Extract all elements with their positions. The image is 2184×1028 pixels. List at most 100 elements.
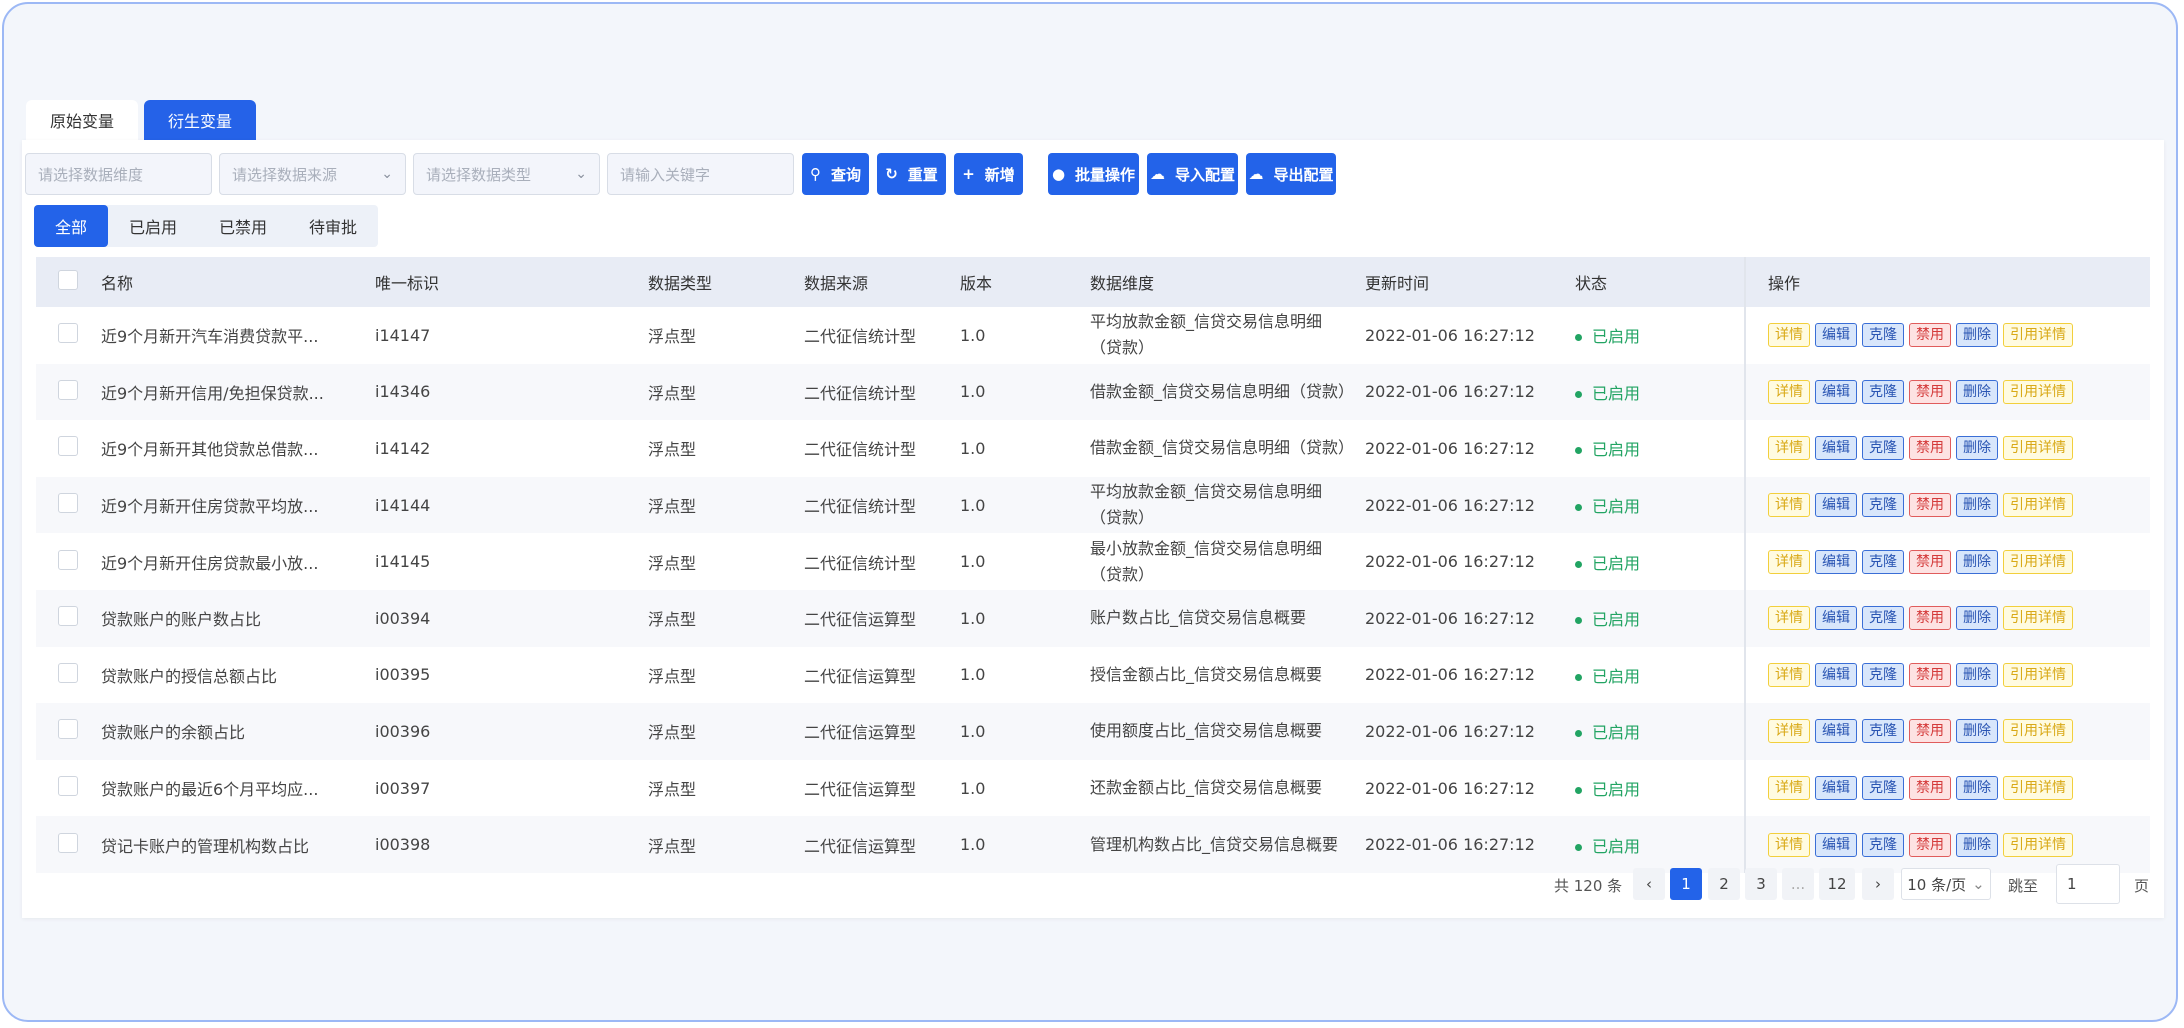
jump-page-input[interactable]: 1 <box>2056 864 2120 904</box>
edit-button[interactable]: 编辑 <box>1815 436 1857 461</box>
edit-button[interactable]: 编辑 <box>1815 606 1857 631</box>
disable-button[interactable]: 禁用 <box>1909 323 1951 348</box>
disable-button[interactable]: 禁用 <box>1909 379 1951 404</box>
dimension-select[interactable]: 请选择数据维度 <box>25 153 212 195</box>
edit-button[interactable]: 编辑 <box>1815 379 1857 404</box>
reference-detail-button[interactable]: 引用详情 <box>2003 662 2073 687</box>
edit-button[interactable]: 编辑 <box>1815 549 1857 574</box>
reference-detail-button[interactable]: 引用详情 <box>2003 606 2073 631</box>
delete-button[interactable]: 删除 <box>1956 719 1998 744</box>
edit-button[interactable]: 编辑 <box>1815 323 1857 348</box>
delete-button[interactable]: 删除 <box>1956 323 1998 348</box>
cloud-download-icon: ☁ <box>1248 165 1264 183</box>
reference-detail-button[interactable]: 引用详情 <box>2003 832 2073 857</box>
disable-button[interactable]: 禁用 <box>1909 832 1951 857</box>
disable-button[interactable]: 禁用 <box>1909 606 1951 631</box>
page-button-3[interactable]: 3 <box>1745 868 1777 900</box>
reference-detail-button[interactable]: 引用详情 <box>2003 776 2073 801</box>
page-button-1[interactable]: 1 <box>1670 868 1702 900</box>
add-button[interactable]: + 新增 <box>954 153 1023 195</box>
query-button[interactable]: ⚲ 查询 <box>802 153 869 195</box>
detail-button[interactable]: 详情 <box>1768 379 1810 404</box>
clone-button[interactable]: 克隆 <box>1862 776 1904 801</box>
reference-detail-button[interactable]: 引用详情 <box>2003 436 2073 461</box>
clone-button[interactable]: 克隆 <box>1862 549 1904 574</box>
disable-button[interactable]: 禁用 <box>1909 776 1951 801</box>
clone-button[interactable]: 克隆 <box>1862 493 1904 518</box>
page-button-12[interactable]: 12 <box>1819 868 1855 900</box>
cell-source: 二代征信运算型 <box>803 816 959 873</box>
edit-button[interactable]: 编辑 <box>1815 662 1857 687</box>
source-select[interactable]: 请选择数据来源 ⌄ <box>219 153 406 195</box>
cell-version: 1.0 <box>959 703 1089 760</box>
row-checkbox[interactable] <box>58 606 78 627</box>
reference-detail-button[interactable]: 引用详情 <box>2003 323 2073 348</box>
reference-detail-button[interactable]: 引用详情 <box>2003 379 2073 404</box>
clone-button[interactable]: 克隆 <box>1862 379 1904 404</box>
detail-button[interactable]: 详情 <box>1768 549 1810 574</box>
edit-button[interactable]: 编辑 <box>1815 719 1857 744</box>
row-checkbox[interactable] <box>58 323 78 344</box>
disable-button[interactable]: 禁用 <box>1909 436 1951 461</box>
detail-button[interactable]: 详情 <box>1768 493 1810 518</box>
disable-button[interactable]: 禁用 <box>1909 549 1951 574</box>
keyword-input[interactable]: 请输入关键字 <box>607 153 794 195</box>
status-tab-enabled[interactable]: 已启用 <box>108 205 198 247</box>
disable-button[interactable]: 禁用 <box>1909 662 1951 687</box>
row-checkbox[interactable] <box>58 776 78 797</box>
clone-button[interactable]: 克隆 <box>1862 323 1904 348</box>
row-checkbox[interactable] <box>58 549 78 570</box>
detail-button[interactable]: 详情 <box>1768 606 1810 631</box>
reference-detail-button[interactable]: 引用详情 <box>2003 719 2073 744</box>
clone-button[interactable]: 克隆 <box>1862 832 1904 857</box>
disable-button[interactable]: 禁用 <box>1909 493 1951 518</box>
status-tab-disabled[interactable]: 已禁用 <box>198 205 288 247</box>
edit-button[interactable]: 编辑 <box>1815 776 1857 801</box>
clone-button[interactable]: 克隆 <box>1862 719 1904 744</box>
cell-source: 二代征信统计型 <box>803 533 959 590</box>
tab-derived-variables[interactable]: 衍生变量 <box>144 100 257 140</box>
delete-button[interactable]: 删除 <box>1956 832 1998 857</box>
detail-button[interactable]: 详情 <box>1768 436 1810 461</box>
detail-button[interactable]: 详情 <box>1768 323 1810 348</box>
export-config-button[interactable]: ☁ 导出配置 <box>1246 153 1336 195</box>
row-checkbox[interactable] <box>58 832 78 853</box>
delete-button[interactable]: 删除 <box>1956 379 1998 404</box>
page-size-select[interactable]: 10 条/页 ⌄ <box>1901 868 1991 900</box>
row-checkbox[interactable] <box>58 493 78 514</box>
row-checkbox[interactable] <box>58 719 78 740</box>
reset-button[interactable]: ↻ 重置 <box>877 153 946 195</box>
edit-button[interactable]: 编辑 <box>1815 493 1857 518</box>
status-tab-all[interactable]: 全部 <box>34 205 109 247</box>
delete-button[interactable]: 删除 <box>1956 493 1998 518</box>
disable-button[interactable]: 禁用 <box>1909 719 1951 744</box>
clone-button[interactable]: 克隆 <box>1862 606 1904 631</box>
type-select[interactable]: 请选择数据类型 ⌄ <box>413 153 600 195</box>
reference-detail-button[interactable]: 引用详情 <box>2003 549 2073 574</box>
delete-button[interactable]: 删除 <box>1956 662 1998 687</box>
page-size-label: 10 条/页 <box>1907 875 1967 894</box>
delete-button[interactable]: 删除 <box>1956 776 1998 801</box>
reference-detail-button[interactable]: 引用详情 <box>2003 493 2073 518</box>
delete-button[interactable]: 删除 <box>1956 606 1998 631</box>
import-config-button[interactable]: ☁ 导入配置 <box>1147 153 1238 195</box>
edit-button[interactable]: 编辑 <box>1815 832 1857 857</box>
status-tab-pending[interactable]: 待审批 <box>288 205 378 247</box>
detail-button[interactable]: 详情 <box>1768 719 1810 744</box>
page-button-2[interactable]: 2 <box>1708 868 1740 900</box>
next-page-button[interactable]: › <box>1862 868 1894 900</box>
prev-page-button[interactable]: ‹ <box>1633 868 1665 900</box>
delete-button[interactable]: 删除 <box>1956 549 1998 574</box>
delete-button[interactable]: 删除 <box>1956 436 1998 461</box>
row-checkbox[interactable] <box>58 662 78 683</box>
detail-button[interactable]: 详情 <box>1768 662 1810 687</box>
detail-button[interactable]: 详情 <box>1768 776 1810 801</box>
clone-button[interactable]: 克隆 <box>1862 662 1904 687</box>
select-all-checkbox[interactable] <box>58 270 78 290</box>
batch-operation-button[interactable]: ● 批量操作 <box>1048 153 1139 195</box>
detail-button[interactable]: 详情 <box>1768 832 1810 857</box>
clone-button[interactable]: 克隆 <box>1862 436 1904 461</box>
row-checkbox[interactable] <box>58 379 78 400</box>
tab-raw-variables[interactable]: 原始变量 <box>26 100 139 140</box>
row-checkbox[interactable] <box>58 436 78 457</box>
